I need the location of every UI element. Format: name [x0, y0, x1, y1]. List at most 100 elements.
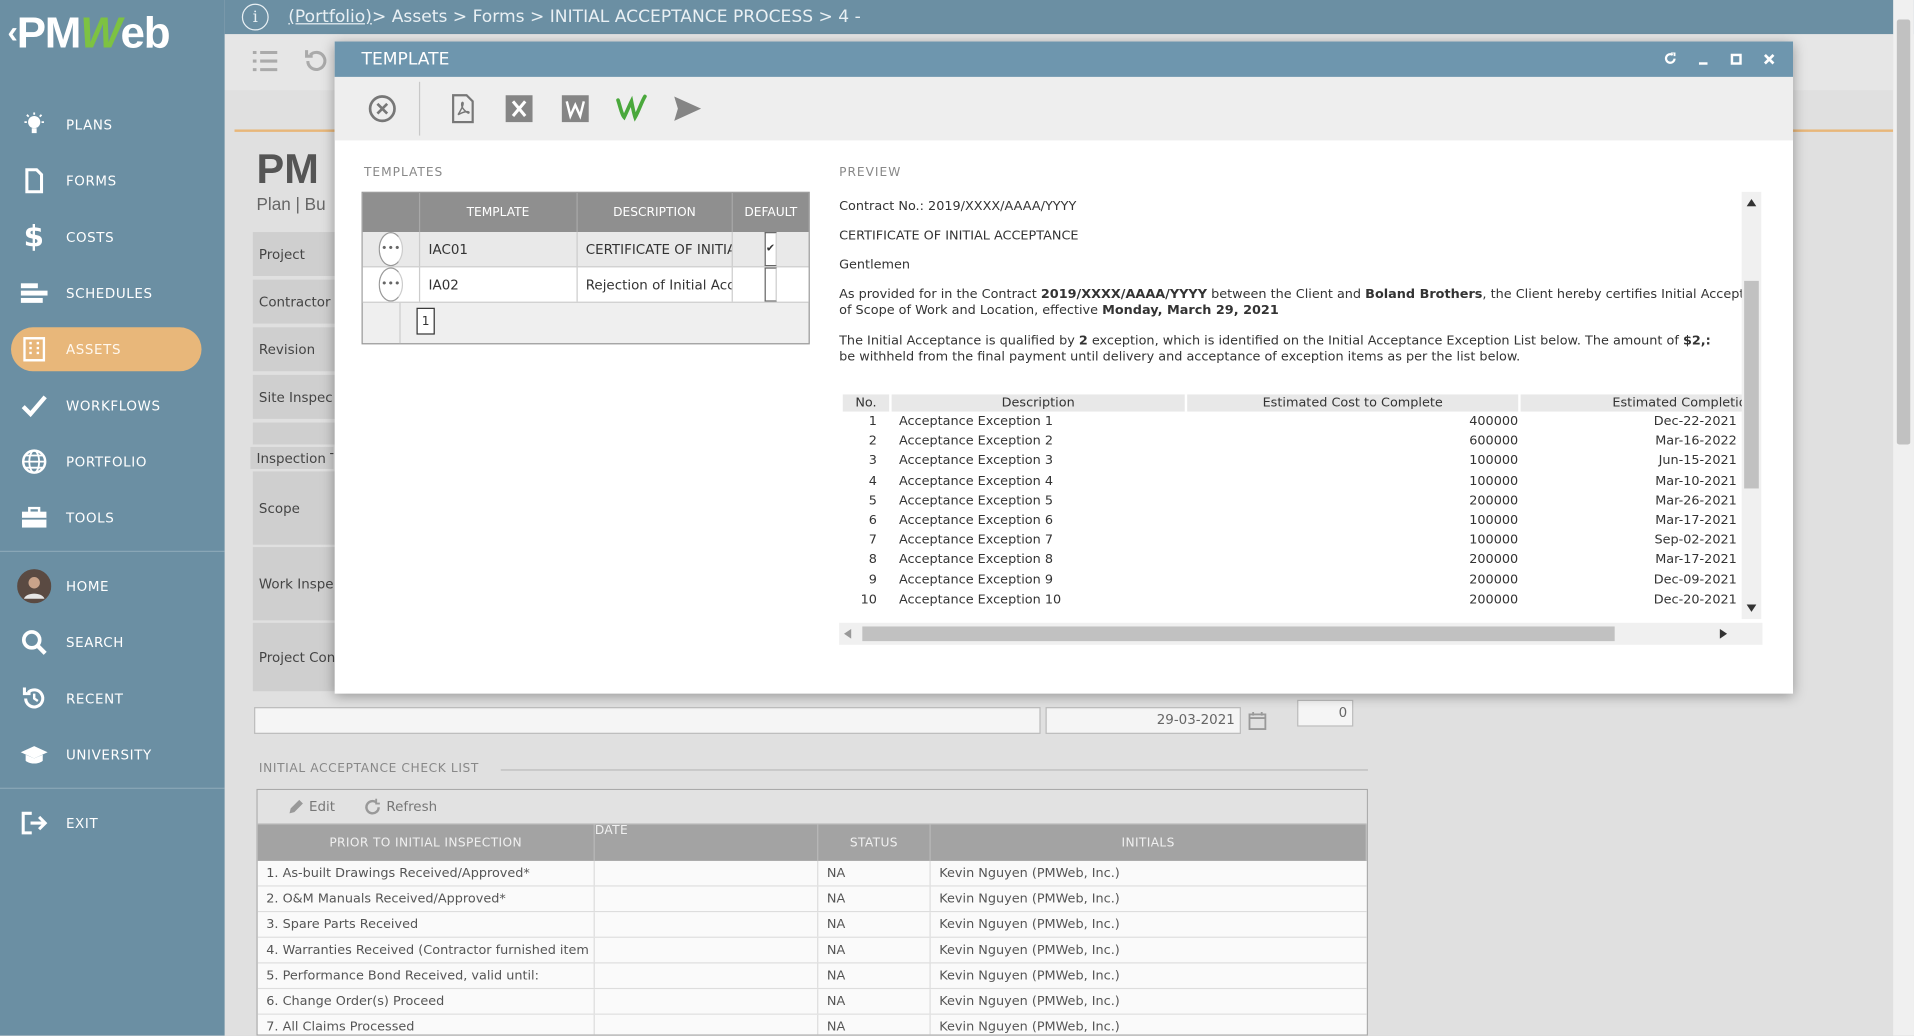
pencil-icon — [289, 799, 303, 813]
search-icon — [17, 629, 51, 656]
default-checkbox[interactable] — [764, 267, 777, 302]
table-row[interactable]: 3. Spare Parts Received NA Kevin Nguyen (P… — [257, 912, 1367, 938]
pmweb-template-button[interactable] — [616, 93, 648, 125]
cancel-button[interactable] — [366, 93, 398, 125]
refresh-button[interactable]: Refresh — [364, 798, 437, 815]
scroll-up-icon[interactable] — [1746, 199, 1757, 207]
nav-costs[interactable]: $ COSTS — [0, 215, 225, 259]
field-label-blank — [252, 422, 336, 445]
nav-university[interactable]: UNIVERSITY — [0, 733, 225, 777]
nav-home[interactable]: HOME — [0, 564, 225, 608]
table-row[interactable]: 1. As-built Drawings Received/Approved* N… — [257, 860, 1367, 887]
exception-row: 6 Acceptance Exception 6 100000 Mar-17-2021 — [868, 512, 1737, 528]
nav-portfolio[interactable]: PORTFOLIO — [0, 440, 225, 484]
history-icon[interactable] — [303, 48, 330, 75]
edit-button[interactable]: Edit — [287, 798, 335, 815]
excel-icon — [505, 95, 533, 123]
export-word-button[interactable] — [559, 93, 591, 125]
nav-plans[interactable]: PLANS — [0, 103, 225, 147]
exception-row: 9 Acceptance Exception 9 200000 Dec-09-2021 — [868, 572, 1737, 587]
page-scrollbar[interactable] — [1893, 0, 1914, 1036]
toolbox-icon — [17, 506, 51, 529]
gantt-icon — [17, 282, 51, 304]
close-icon[interactable] — [1762, 53, 1775, 66]
table-row[interactable]: 4. Warranties Received (Contractor furni… — [257, 937, 1367, 964]
field-label-contractor: Contractor — [252, 279, 336, 324]
field-label-site-inspection: Site Inspec — [252, 374, 336, 419]
nav-workflows[interactable]: WORKFLOWS — [0, 383, 225, 427]
field-label-work-inspection: Work Inspe — [252, 547, 336, 621]
export-pdf-button[interactable] — [447, 93, 479, 125]
breadcrumb-path: > Assets > Forms > INITIAL ACCEPTANCE PR… — [371, 7, 861, 27]
field-label-revision: Revision — [252, 327, 336, 372]
row-menu-icon[interactable]: ••• — [378, 267, 403, 302]
row-menu-icon[interactable]: ••• — [378, 232, 403, 267]
nav-recent[interactable]: RECENT — [0, 677, 225, 721]
checklist-grid: Edit Refresh PRIOR TO INITIAL INSPECTION… — [256, 788, 1368, 1036]
table-row[interactable]: 6. Change Order(s) Proceed NA Kevin Nguyen… — [257, 989, 1367, 1015]
nav-exit[interactable]: EXIT — [0, 801, 225, 845]
dialog-title: TEMPLATE — [361, 49, 450, 69]
exception-table: No. Description Estimated Cost to Comple… — [842, 394, 1747, 609]
number-input[interactable]: 0 — [1297, 699, 1354, 727]
templates-section-label: TEMPLATES — [363, 166, 444, 180]
page-1-button[interactable]: 1 — [416, 307, 435, 335]
restore-icon[interactable] — [1664, 52, 1677, 66]
pmweb-w-icon — [616, 94, 647, 122]
nav-tools[interactable]: TOOLS — [0, 496, 225, 540]
lightbulb-icon — [17, 112, 51, 136]
info-icon[interactable]: i — [241, 3, 269, 31]
field-label-scope: Scope — [252, 471, 336, 545]
pmweb-logo[interactable]: ‹PMWeb — [7, 7, 170, 58]
template-row[interactable]: ••• IA02 Rejection of Initial Acc — [362, 267, 809, 303]
exception-row: 3 Acceptance Exception 3 100000 Jun-15-2021 — [868, 453, 1737, 469]
field-label-inspection-type: Inspection T — [250, 446, 334, 469]
nav-assets[interactable]: ASSETS — [0, 327, 225, 372]
dialog-toolbar — [334, 76, 1794, 141]
scroll-left-icon[interactable] — [843, 628, 852, 639]
export-excel-button[interactable] — [503, 93, 535, 125]
refresh-icon — [365, 798, 381, 814]
avatar-icon — [17, 568, 52, 605]
graduation-cap-icon — [17, 744, 51, 766]
default-checkbox[interactable]: ✔ — [764, 232, 777, 267]
minimize-icon[interactable] — [1697, 53, 1710, 66]
nav-schedules[interactable]: SCHEDULES — [0, 271, 225, 315]
calendar-icon[interactable] — [1248, 711, 1267, 730]
exception-row: 1 Acceptance Exception 1 400000 Dec-22-2021 — [868, 413, 1737, 429]
pdf-icon — [452, 94, 474, 124]
maximize-icon[interactable] — [1730, 53, 1743, 66]
nav-search[interactable]: SEARCH — [0, 620, 225, 664]
globe-icon — [17, 448, 51, 475]
scroll-right-icon[interactable] — [1719, 628, 1728, 639]
word-icon — [561, 95, 589, 123]
form-logo: PM Plan | Bu — [256, 146, 326, 214]
template-row[interactable]: ••• IAC01 CERTIFICATE OF INITIA ✔ — [362, 232, 809, 268]
breadcrumb: i (Portfolio) > Assets > Forms > INITIAL… — [224, 0, 1914, 35]
text-input[interactable] — [254, 707, 1041, 734]
preview-horizontal-scrollbar[interactable] — [839, 622, 1763, 645]
list-icon[interactable] — [252, 49, 279, 73]
cancel-circle-icon — [368, 95, 396, 123]
date-input[interactable]: 29-03-2021 — [1045, 707, 1241, 734]
template-preview: Contract No.: 2019/XXXX/AAAA/YYYY CERTIF… — [839, 191, 1763, 620]
preview-section-label: PREVIEW — [839, 166, 902, 180]
exception-row: 10 Acceptance Exception 10 200000 Dec-20-20… — [860, 591, 1737, 607]
preview-vertical-scrollbar[interactable] — [1741, 191, 1762, 620]
exit-icon — [17, 811, 51, 835]
breadcrumb-portfolio-link[interactable]: (Portfolio) — [288, 7, 372, 27]
scroll-down-icon[interactable] — [1746, 604, 1757, 612]
sidebar: ‹PMWeb PLANS FORMS $ COSTS SCHEDULES ASS… — [0, 0, 225, 1036]
exception-row: 2 Acceptance Exception 2 600000 Mar-16-2022 — [868, 433, 1737, 449]
nav-forms[interactable]: FORMS — [0, 159, 225, 203]
table-row[interactable]: 7. All Claims Processed NA Kevin Nguyen (P… — [257, 1014, 1367, 1035]
exception-row: 5 Acceptance Exception 5 200000 Mar-26-2021 — [868, 493, 1737, 508]
field-label-project-contact: Project Con — [252, 622, 336, 692]
table-row[interactable]: 5. Performance Bond Received, valid unti… — [257, 963, 1367, 990]
checklist-header: PRIOR TO INITIAL INSPECTION DATE STATUS … — [257, 824, 1367, 861]
templates-grid: TEMPLATE DESCRIPTION DEFAULT ••• IAC01 C… — [361, 191, 810, 345]
send-button[interactable] — [672, 93, 704, 125]
templates-grid-header: TEMPLATE DESCRIPTION DEFAULT — [362, 192, 809, 233]
table-row[interactable]: 2. O&M Manuals Received/Approved* NA Kevin… — [257, 886, 1367, 913]
checkmark-icon — [17, 393, 51, 418]
